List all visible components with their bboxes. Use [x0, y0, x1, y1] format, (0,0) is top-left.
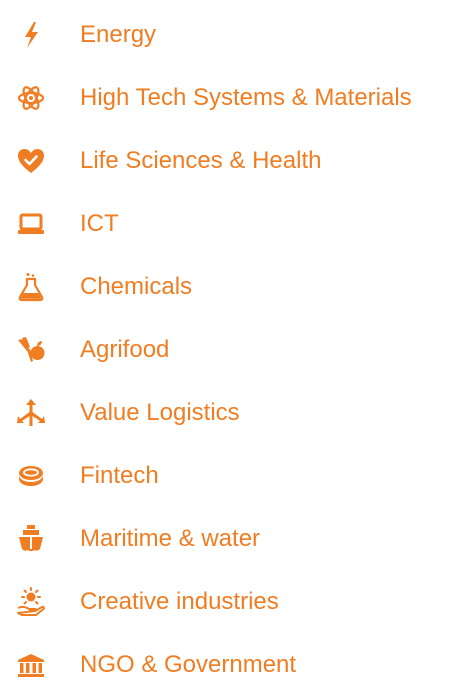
ship-icon: [14, 522, 48, 556]
sector-item-ict[interactable]: ICT: [0, 195, 461, 253]
laptop-icon: [14, 207, 48, 241]
sector-item-high-tech[interactable]: High Tech Systems & Materials: [0, 69, 461, 127]
sector-label: Agrifood: [80, 336, 170, 363]
sector-label: Fintech: [80, 462, 159, 489]
lightbulb-hand-icon: [14, 585, 48, 619]
atom-icon: [14, 81, 48, 115]
sector-item-agrifood[interactable]: Agrifood: [0, 321, 461, 379]
sector-label: ICT: [80, 210, 119, 237]
sector-list: Energy High Tech Systems & Materials Lif…: [0, 0, 461, 683]
sector-item-maritime[interactable]: Maritime & water: [0, 510, 461, 568]
sector-item-life-sciences[interactable]: Life Sciences & Health: [0, 132, 461, 190]
sector-label: NGO & Government: [80, 651, 297, 678]
sector-item-ngo-government[interactable]: NGO & Government: [0, 636, 461, 683]
sector-label: High Tech Systems & Materials: [80, 84, 412, 111]
sector-item-value-logistics[interactable]: Value Logistics: [0, 384, 461, 442]
sector-item-energy[interactable]: Energy: [0, 6, 461, 64]
split-arrows-icon: [14, 396, 48, 430]
sector-label: Chemicals: [80, 273, 193, 300]
vegetables-icon: [14, 333, 48, 367]
lightning-bolt-icon: [14, 18, 48, 52]
heart-check-icon: [14, 144, 48, 178]
sector-label: Life Sciences & Health: [80, 147, 322, 174]
flask-icon: [14, 270, 48, 304]
sector-item-fintech[interactable]: Fintech: [0, 447, 461, 505]
sector-label: Energy: [80, 21, 157, 48]
sector-item-chemicals[interactable]: Chemicals: [0, 258, 461, 316]
government-building-icon: [14, 648, 48, 682]
coins-icon: [14, 459, 48, 493]
sector-label: Value Logistics: [80, 399, 240, 426]
sector-label: Maritime & water: [80, 525, 261, 552]
sector-item-creative[interactable]: Creative industries: [0, 573, 461, 631]
sector-label: Creative industries: [80, 588, 279, 615]
